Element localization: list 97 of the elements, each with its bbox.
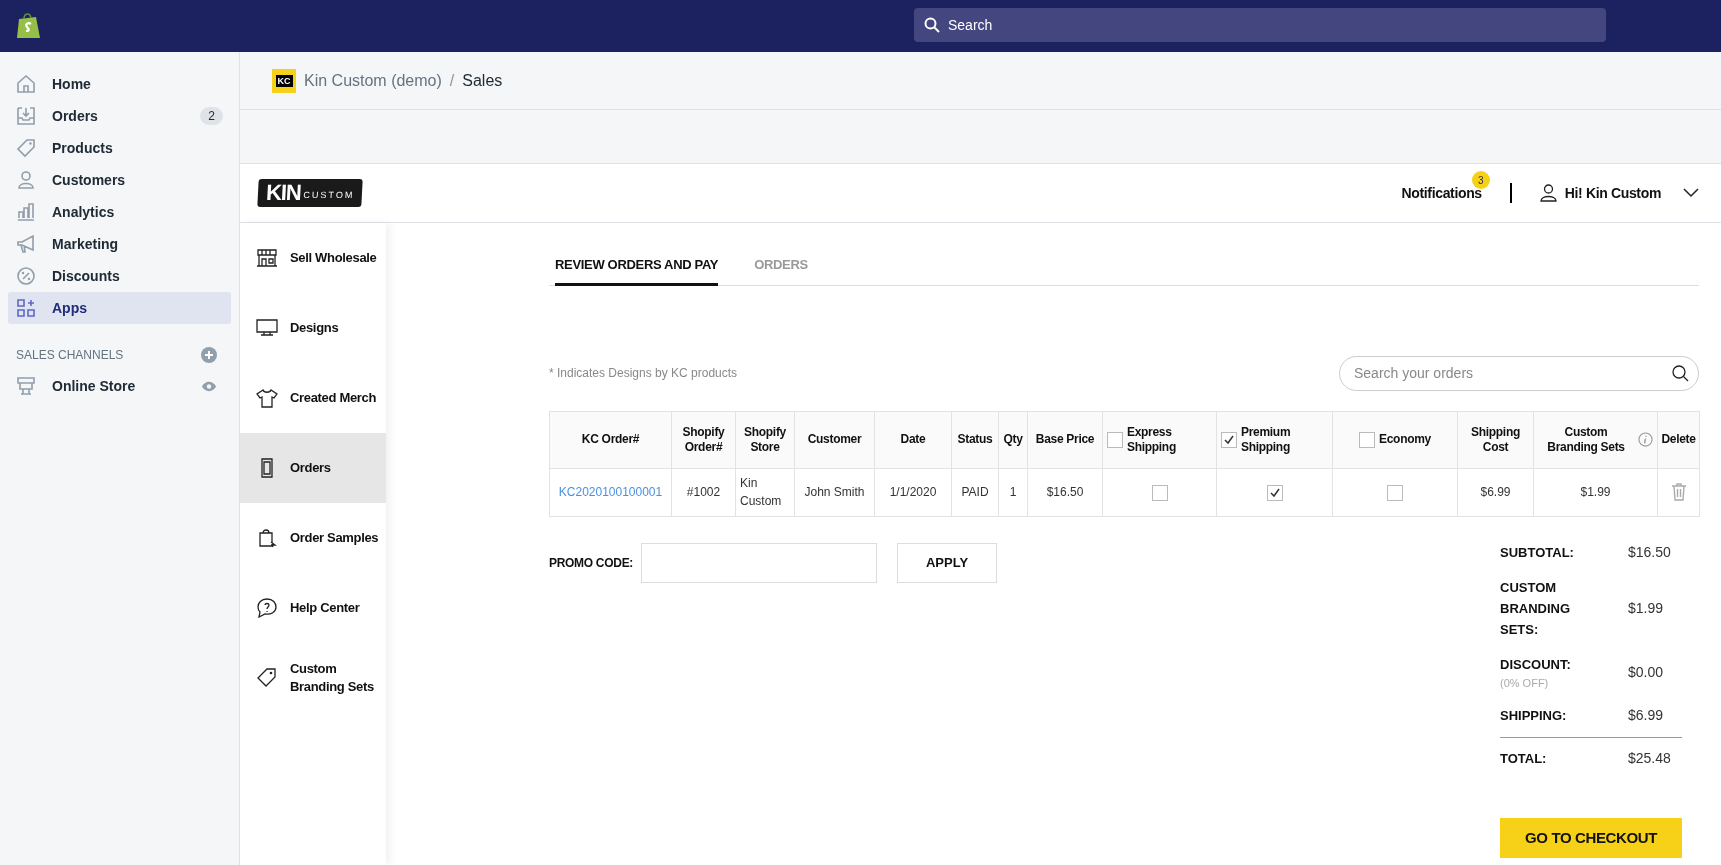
info-icon[interactable] <box>1638 432 1653 447</box>
store-logo: KC <box>272 68 296 93</box>
column-header: Custom Branding Sets <box>1533 411 1658 468</box>
checkbox[interactable] <box>1266 484 1283 501</box>
checkbox[interactable] <box>1387 484 1403 501</box>
add-icon[interactable] <box>201 347 217 363</box>
megaphone-icon <box>16 234 36 254</box>
summary-value: $6.99 <box>1628 706 1664 725</box>
nav-item[interactable]: Analytics <box>8 196 231 228</box>
chevron-down-icon[interactable] <box>1683 188 1699 198</box>
summary-label: SHIPPING: <box>1500 707 1567 725</box>
column-header: Economy <box>1332 411 1458 468</box>
summary-value: $0.00 <box>1628 662 1664 682</box>
apps-icon <box>16 298 36 318</box>
kin-custom-logo: KIN CUSTOM <box>257 179 364 207</box>
promo-code-label: PROMO CODE: <box>549 554 634 572</box>
user-icon[interactable] <box>1539 184 1557 202</box>
inbox-icon <box>16 106 36 126</box>
column-header: KC Order# <box>549 411 672 468</box>
column-header: Shopify Store <box>735 411 795 468</box>
summary-label: TOTAL: <box>1500 750 1547 768</box>
breadcrumb-separator: / <box>449 70 455 91</box>
app-nav-item[interactable]: Order Samples <box>240 503 386 573</box>
checkbox[interactable] <box>1151 484 1168 501</box>
shopping-bag-logo-icon[interactable] <box>16 12 41 40</box>
note-text: * Indicates Designs by KC products <box>549 365 738 382</box>
checkbox[interactable] <box>1107 431 1123 448</box>
shopping-bag-icon <box>256 528 278 548</box>
table-cell-text: Kin Custom <box>740 475 783 510</box>
promo-code-field[interactable] <box>641 542 878 583</box>
section-heading: SALES CHANNELS <box>16 347 124 364</box>
nav-item[interactable]: Customers <box>8 164 231 196</box>
trash-icon[interactable] <box>1670 483 1687 502</box>
person-icon <box>16 170 36 190</box>
table-cell: 1 <box>1009 485 1017 499</box>
table-cell: John Smith <box>804 485 865 499</box>
nav-item[interactable]: Discounts <box>8 260 231 292</box>
count-badge: 2 <box>200 107 223 125</box>
bar-chart-icon <box>16 202 36 222</box>
t-shirt-icon <box>256 388 278 408</box>
column-header: Date <box>874 411 952 468</box>
summary-label: SUBTOTAL: <box>1500 543 1574 562</box>
search-field[interactable]: Search <box>914 8 1606 42</box>
storefront-icon <box>256 248 278 268</box>
channel-link[interactable]: Online Store <box>52 375 185 397</box>
app-nav-item[interactable]: Help Center <box>240 573 386 643</box>
checkout-button[interactable]: GO TO CHECKOUT <box>1500 818 1682 858</box>
column-header: Express Shipping <box>1102 411 1217 468</box>
breadcrumb-current: Sales <box>462 70 503 91</box>
table-cell: $1.99 <box>1580 485 1611 499</box>
checkbox[interactable] <box>1359 431 1376 448</box>
summary-note: (0% OFF) <box>1500 675 1549 691</box>
breadcrumb-link[interactable]: Kin Custom (demo) <box>304 68 442 93</box>
nav-item[interactable]: Products <box>8 132 231 164</box>
column-header: Customer <box>794 411 875 468</box>
tag-icon <box>256 668 278 688</box>
eye-icon[interactable] <box>201 380 217 392</box>
nav-item[interactable]: Orders 2 <box>8 100 231 132</box>
app-nav-item[interactable]: Created Merch <box>240 363 386 433</box>
nav-item[interactable]: Home <box>8 68 231 100</box>
column-header: Base Price <box>1027 411 1103 468</box>
nav-item[interactable]: Marketing <box>8 228 231 260</box>
percent-badge-icon <box>16 266 36 286</box>
search-icon[interactable] <box>1672 364 1689 382</box>
tag-icon <box>16 138 36 158</box>
help-bubble-icon <box>256 598 278 618</box>
app-nav-item[interactable]: Custom Branding Sets <box>240 643 386 713</box>
home-icon <box>16 74 36 94</box>
order-search-field[interactable]: Search your orders <box>1339 355 1699 391</box>
app-nav-item[interactable]: Sell Wholesale <box>240 223 386 293</box>
column-header: Premium Shipping <box>1216 411 1333 468</box>
app-nav-item[interactable]: Designs <box>240 293 386 363</box>
column-header: Status <box>951 411 999 468</box>
checkbox[interactable] <box>1221 431 1237 448</box>
column-header: Shipping Cost <box>1457 411 1534 468</box>
summary-value: $1.99 <box>1628 598 1664 618</box>
monitor-icon <box>256 318 278 338</box>
table-cell: PAID <box>961 485 989 499</box>
table-cell: 1/1/2020 <box>889 485 937 499</box>
app-nav-item[interactable]: Orders <box>240 433 386 503</box>
apply-button[interactable]: APPLY <box>897 542 998 583</box>
column-header: Delete <box>1657 411 1700 468</box>
column-header: Qty <box>998 411 1028 468</box>
table-cell: $16.50 <box>1046 485 1084 499</box>
summary-value: $25.48 <box>1628 749 1671 768</box>
nav-item[interactable]: Apps <box>8 292 231 324</box>
storefront-icon <box>16 376 36 396</box>
summary-label: CUSTOM BRANDING SETS: <box>1500 578 1572 639</box>
table-cell: $6.99 <box>1480 485 1511 499</box>
notification-count: 3 <box>1471 171 1490 189</box>
search-icon <box>924 17 940 33</box>
user-menu[interactable]: Hi! Kin Custom <box>1564 182 1661 204</box>
summary-value: $16.50 <box>1628 542 1671 562</box>
column-header: Shopify Order# <box>671 411 736 468</box>
tab[interactable]: REVIEW ORDERS AND PAY <box>555 255 719 286</box>
table-cell: #1002 <box>686 485 721 499</box>
summary-label: DISCOUNT: <box>1500 655 1571 674</box>
